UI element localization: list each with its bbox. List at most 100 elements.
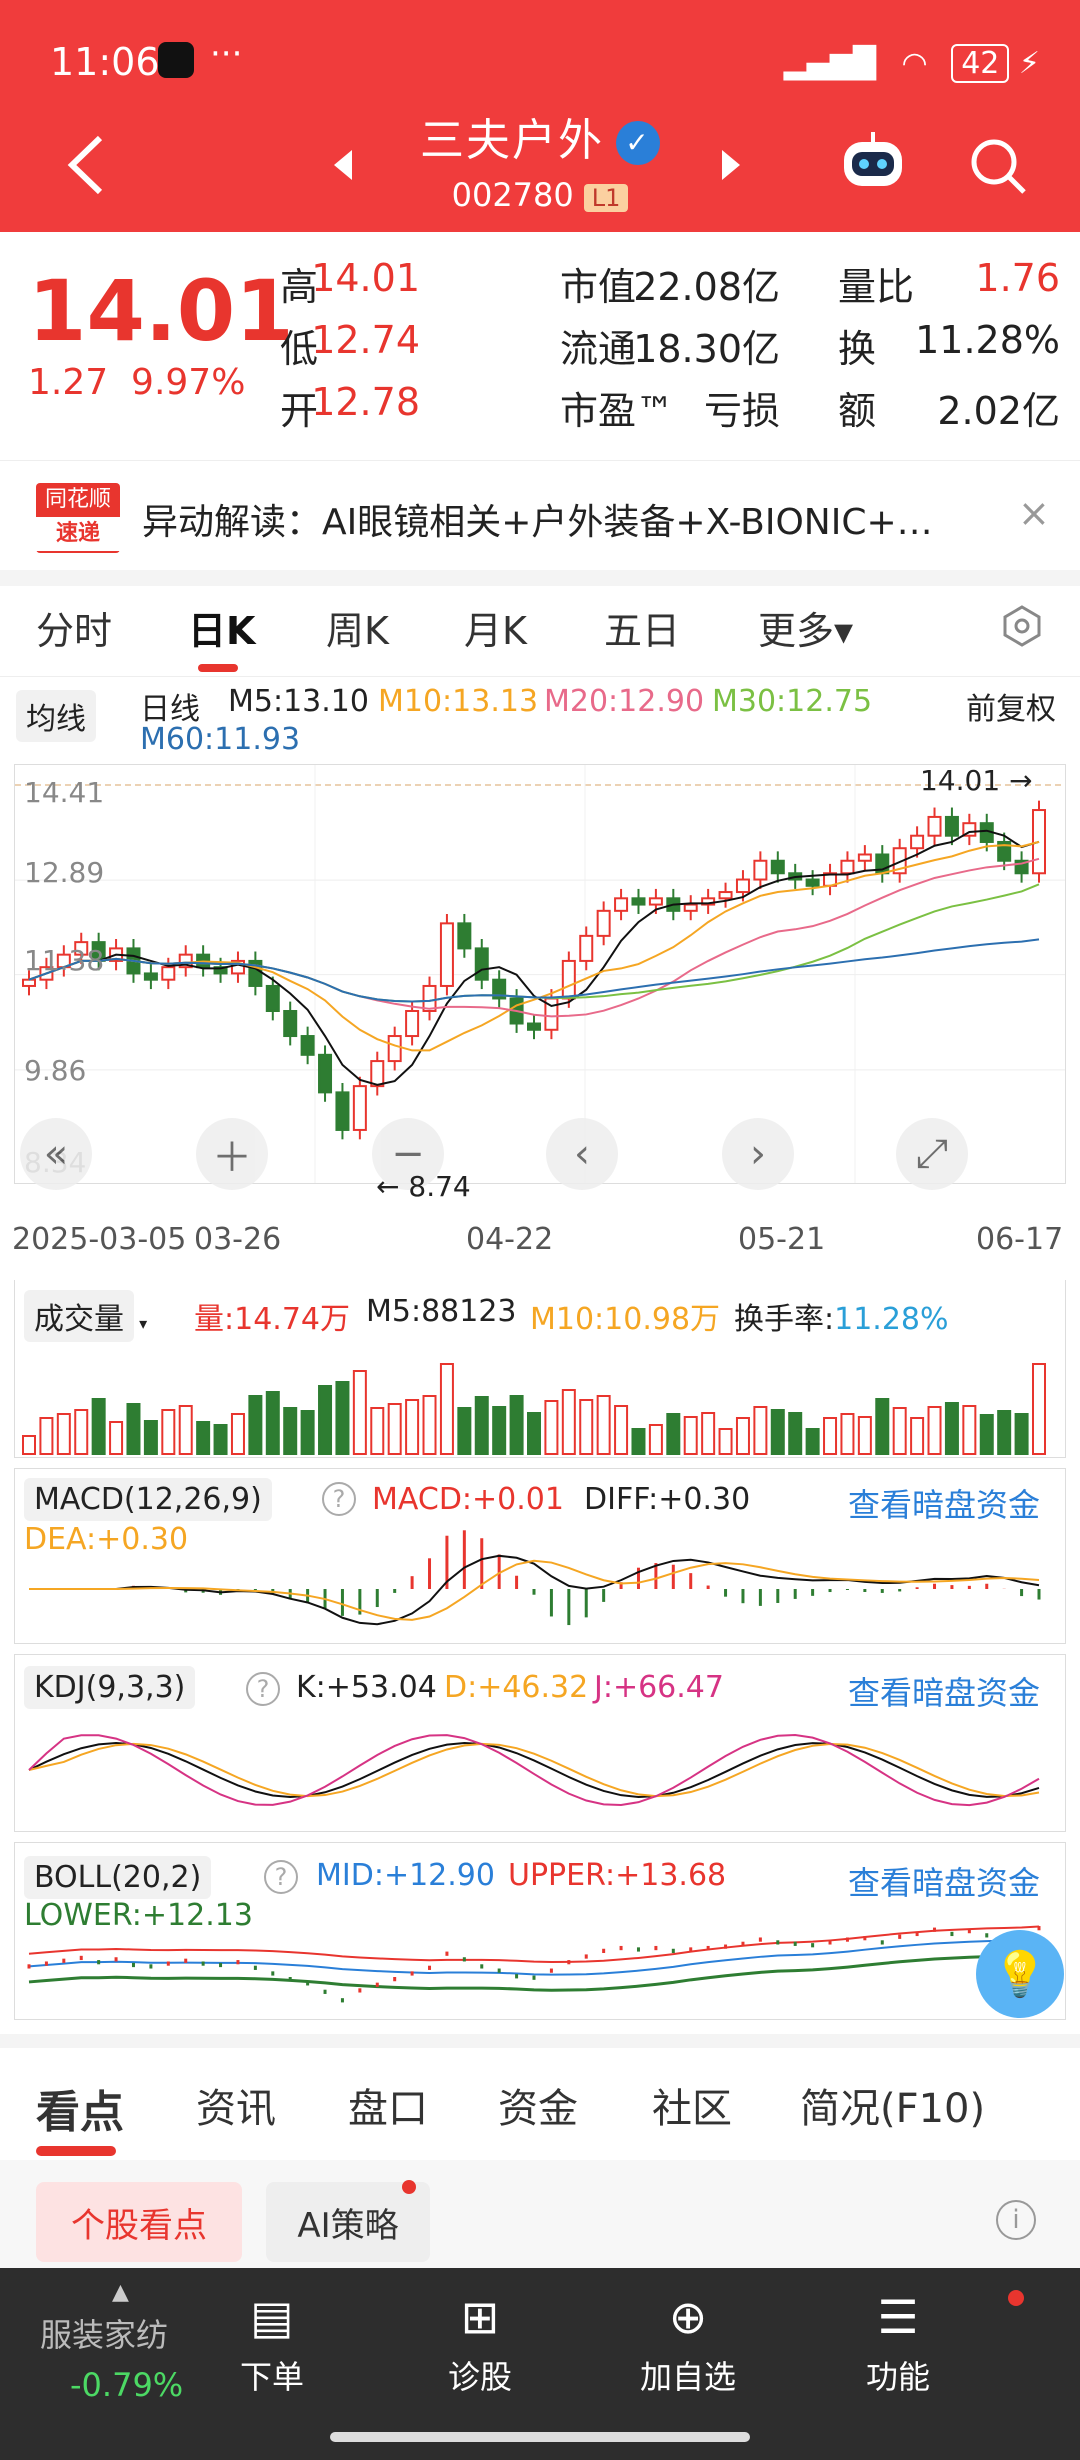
tab-bottom-0[interactable]: 看点 — [36, 2076, 124, 2140]
volume-bar — [631, 1428, 646, 1455]
volume-bar — [561, 1389, 576, 1455]
volume-bar — [509, 1395, 524, 1455]
ma30-label: M30:12.75 — [712, 684, 873, 719]
add-watchlist-icon[interactable]: ⊕ — [608, 2290, 768, 2344]
tab-kline-3[interactable]: 月K — [464, 600, 527, 655]
volume-bar — [753, 1406, 768, 1455]
volume-select[interactable]: 成交量 ▾ — [24, 1290, 147, 1342]
candle-body — [857, 853, 872, 862]
volume-bar — [387, 1403, 402, 1455]
tab-kline-2[interactable]: 周K — [326, 600, 389, 655]
dark-pool-link[interactable]: 查看暗盘资金 — [848, 1480, 1040, 1526]
dark-pool-link[interactable]: 查看暗盘资金 — [848, 1858, 1040, 1904]
bottom-action-3[interactable]: 功能 — [818, 2352, 978, 2398]
close-icon[interactable]: × — [1018, 491, 1050, 535]
volume-bar — [474, 1396, 489, 1455]
volume-bar — [857, 1416, 872, 1455]
expand-up-icon[interactable]: ▲ — [112, 2280, 129, 2305]
tiktok-icon — [158, 42, 194, 78]
scroll-right-icon[interactable]: › — [722, 1118, 794, 1190]
tab-kline-4[interactable]: 五日 — [604, 600, 680, 655]
ma60-line — [28, 938, 1040, 1003]
tab-bottom-4[interactable]: 社区 — [652, 2076, 732, 2134]
volume-bar — [962, 1405, 977, 1455]
settings-hex-icon[interactable] — [1000, 604, 1044, 648]
signal-icon: ▂▄▆█ — [783, 46, 876, 81]
adjust-label[interactable]: 前复权 — [966, 684, 1056, 728]
volume-bar — [648, 1424, 663, 1455]
info-icon[interactable]: i — [996, 2200, 1036, 2240]
tab-bottom-5[interactable]: 简况(F10) — [800, 2076, 985, 2134]
x-tick-label: 04-22 — [466, 1222, 554, 1257]
tab-ai-strategy[interactable]: AI策略 — [266, 2182, 430, 2262]
kdj-chart — [28, 1733, 1040, 1807]
kline-chart[interactable] — [14, 764, 1066, 1184]
tab-stock-highlights[interactable]: 个股看点 — [36, 2182, 242, 2262]
volume-bar — [56, 1413, 71, 1455]
search-icon[interactable] — [968, 136, 1028, 196]
order-icon[interactable]: ▤ — [192, 2290, 352, 2344]
tab-bottom-2[interactable]: 盘口 — [348, 2076, 428, 2134]
candle-body — [318, 1053, 333, 1094]
tab-kline-5[interactable]: 更多▾ — [758, 600, 853, 655]
volume-bar — [997, 1410, 1012, 1455]
help-icon[interactable]: ? — [246, 1672, 280, 1706]
sector-name[interactable]: 服装家纺 — [40, 2310, 168, 2356]
ma60-label: M60:11.93 — [140, 722, 301, 757]
turnover-label: 换手率:11.28% — [734, 1302, 949, 1337]
lightbulb-icon[interactable]: 💡 — [976, 1930, 1064, 2018]
boll-lower: LOWER:+12.13 — [24, 1898, 253, 1933]
tab-kline-1[interactable]: 日K — [188, 600, 255, 655]
boll-select[interactable]: BOLL(20,2) — [24, 1856, 212, 1899]
candle-body — [283, 1009, 298, 1038]
help-icon[interactable]: ? — [264, 1860, 298, 1894]
dark-pool-link[interactable]: 查看暗盘资金 — [848, 1668, 1040, 1714]
diagnose-icon[interactable]: ⊞ — [400, 2290, 560, 2344]
candle-body — [944, 815, 959, 837]
y-tick-label: 14.41 — [24, 776, 105, 809]
ma-select[interactable]: 均线 — [16, 690, 96, 742]
tab-bottom-1[interactable]: 资讯 — [196, 2076, 276, 2134]
help-icon[interactable]: ? — [322, 1482, 356, 1516]
bottom-action-0[interactable]: 下单 — [192, 2352, 352, 2398]
news-banner[interactable]: 同花顺 速递 异动解读：AI眼镜相关+户外装备+X-BIONIC+… × — [0, 460, 1080, 570]
macd-select[interactable]: MACD(12,26,9) — [24, 1478, 272, 1521]
bottom-action-2[interactable]: 加自选 — [608, 2352, 768, 2398]
divider — [0, 676, 1080, 677]
stock-code: 002780 L1 — [0, 176, 1080, 214]
zoom-in-icon[interactable]: ＋ — [196, 1118, 268, 1190]
quote-value: 12.78 — [311, 380, 420, 424]
tab-kline-0[interactable]: 分时 — [36, 600, 112, 655]
volume-bar — [422, 1395, 437, 1455]
ai-robot-icon[interactable] — [838, 130, 908, 196]
candle-body — [1032, 809, 1046, 875]
tab-underline — [198, 664, 238, 672]
bottom-action-1[interactable]: 诊股 — [400, 2352, 560, 2398]
collapse-left-icon[interactable]: « — [20, 1118, 92, 1190]
candle-body — [300, 1035, 315, 1056]
tab-bottom-3[interactable]: 资金 — [498, 2076, 578, 2134]
kdj-select[interactable]: KDJ(9,3,3) — [24, 1666, 196, 1709]
news-text[interactable]: 异动解读：AI眼镜相关+户外装备+X-BIONIC+… — [142, 493, 992, 545]
macd-value: MACD:+0.01 — [372, 1482, 564, 1517]
fullscreen-icon[interactable]: ⤢ — [896, 1118, 968, 1190]
ths-logo: 同花顺 速递 — [36, 483, 120, 553]
x-tick-label: 2025-03-05 — [12, 1222, 187, 1257]
sector-change: -0.79% — [70, 2366, 184, 2404]
volume-bar — [283, 1407, 298, 1455]
y-tick-label: 12.89 — [24, 856, 105, 889]
quote-value: 11.28% — [915, 318, 1060, 362]
volume-bar — [823, 1417, 838, 1455]
candle-body — [770, 859, 785, 875]
divider — [0, 570, 1080, 586]
boll-lower-line — [28, 1953, 1040, 1992]
scroll-left-icon[interactable]: ‹ — [546, 1118, 618, 1190]
home-indicator[interactable] — [330, 2432, 750, 2442]
kline-svg — [15, 765, 1065, 1183]
volume-bar — [666, 1413, 681, 1455]
menu-icon[interactable]: ☰ — [818, 2290, 978, 2344]
volume-bar — [91, 1398, 106, 1455]
candle-body — [648, 897, 663, 906]
volume-bar — [596, 1395, 611, 1455]
candle-body — [422, 984, 437, 1012]
